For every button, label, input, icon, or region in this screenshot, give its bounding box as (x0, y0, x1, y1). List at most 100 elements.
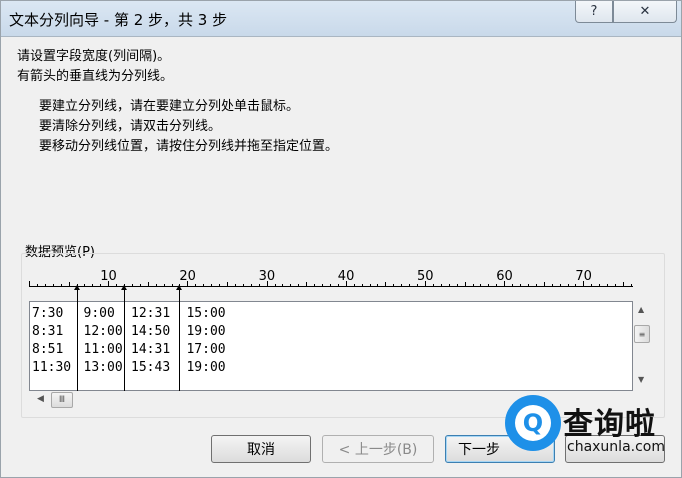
instruction-move-break: 要移动分列线位置，请按住分列线并拖至指定位置。 (39, 139, 339, 154)
ruler-tick (306, 282, 308, 287)
ruler-tick (155, 284, 157, 287)
ruler-tick (100, 284, 102, 287)
ruler-tick (527, 284, 529, 287)
ruler-tick (448, 284, 450, 287)
ruler-tick (290, 284, 292, 287)
ruler-tick (361, 284, 363, 287)
help-icon: ? (590, 4, 598, 19)
table-cell: 19:00 (186, 324, 226, 339)
scroll-down-icon[interactable]: ▼ (638, 375, 644, 384)
table-cell: 11:30 (32, 360, 72, 375)
ruler-tick (195, 284, 197, 287)
ruler-tick (258, 284, 260, 287)
ruler-tick (409, 284, 411, 287)
ruler-tick (139, 284, 141, 287)
instruction-set-width: 请设置字段宽度(列间隔)。 (17, 49, 171, 64)
ruler-tick (385, 282, 387, 287)
ruler-tick (591, 284, 593, 287)
ruler-tick (92, 284, 94, 287)
watermark-logo-letter: Q (515, 405, 551, 441)
ruler-tick (559, 284, 561, 287)
table-cell: 17:00 (186, 342, 226, 357)
ruler-label: 10 (100, 269, 117, 284)
table-cell: 12:31 (131, 306, 171, 321)
ruler-tick (440, 284, 442, 287)
scroll-left-icon[interactable]: ◀ (37, 394, 44, 404)
ruler-tick (535, 284, 537, 287)
column-break-line[interactable] (179, 289, 181, 391)
table-cell: 9:00 (83, 306, 115, 321)
close-button[interactable]: ✕ (613, 1, 677, 23)
ruler-tick (543, 282, 545, 287)
ruler-tick (401, 284, 403, 287)
dialog-title: 文本分列向导 - 第 2 步，共 3 步 (9, 11, 228, 29)
data-preview-area[interactable]: 7:30 9:00 12:31 15:00 8:31 12:00 14:50 19:00 8:5… (29, 301, 633, 391)
ruler-tick (607, 284, 609, 287)
ruler-tick (242, 284, 244, 287)
ruler-tick (520, 284, 522, 287)
ruler-tick (322, 284, 324, 287)
ruler-tick (393, 284, 395, 287)
table-cell: 8:31 (32, 324, 64, 339)
help-button[interactable]: ? (575, 1, 613, 23)
vertical-scrollbar[interactable]: ▲ ≡ ▼ (633, 301, 651, 391)
ruler-tick (432, 284, 434, 287)
ruler-tick (575, 284, 577, 287)
ruler-label: 20 (179, 269, 196, 284)
column-break-arrow-icon (176, 285, 183, 290)
ruler-tick (29, 281, 30, 287)
ruler-tick (52, 284, 54, 287)
ruler-tick (353, 284, 355, 287)
table-cell: 8:51 (32, 342, 64, 357)
ruler-tick (480, 284, 482, 287)
ruler-tick (512, 284, 514, 287)
ruler-tick (131, 284, 133, 287)
ruler-tick (472, 284, 474, 287)
ruler-tick (615, 284, 617, 287)
back-button[interactable]: < 上一步(B) (322, 435, 434, 463)
title-bar[interactable]: 文本分列向导 - 第 2 步，共 3 步 ? ✕ (1, 1, 681, 37)
ruler-tick (250, 284, 252, 287)
ruler-tick (219, 284, 221, 287)
ruler-tick (369, 284, 371, 287)
table-cell: 19:00 (186, 360, 226, 375)
ruler-tick (464, 282, 466, 287)
ruler-tick (329, 284, 331, 287)
ruler-tick (488, 284, 490, 287)
ruler-tick (116, 284, 118, 287)
ruler-tick (203, 284, 205, 287)
ruler-label: 60 (496, 269, 513, 284)
column-ruler[interactable]: 10 20 30 40 50 60 70 (29, 267, 633, 291)
ruler-label: 30 (258, 269, 276, 284)
ruler-tick (623, 282, 624, 287)
watermark-brand: 查询啦 (563, 407, 656, 442)
ruler-tick (84, 284, 86, 287)
ruler-tick (599, 284, 601, 287)
vertical-scroll-thumb[interactable]: ≡ (634, 325, 650, 343)
ruler-baseline (29, 286, 633, 287)
scroll-up-icon[interactable]: ▲ (638, 305, 644, 314)
ruler-tick (337, 284, 339, 287)
ruler-tick (68, 282, 70, 287)
ruler-tick (36, 284, 38, 287)
horizontal-scroll-thumb[interactable]: Ⅲ (51, 392, 73, 408)
instruction-arrow-lines: 有箭头的垂直线为分列线。 (17, 69, 174, 84)
ruler-tick (282, 284, 284, 287)
ruler-tick (234, 284, 236, 287)
ruler-label: 70 (575, 269, 592, 284)
ruler-tick (630, 284, 632, 287)
ruler-tick (417, 284, 419, 287)
column-break-line[interactable] (124, 289, 126, 391)
cancel-button[interactable]: 取消 (211, 435, 311, 463)
ruler-tick (314, 284, 316, 287)
ruler-tick (567, 284, 569, 287)
watermark-logo-icon: Q (505, 395, 561, 451)
watermark-url: chaxunla.com (567, 439, 665, 455)
ruler-tick (44, 284, 46, 287)
text-to-columns-dialog: 文本分列向导 - 第 2 步，共 3 步 ? ✕ 请设置字段宽度(列间隔)。 有… (0, 0, 682, 478)
column-break-line[interactable] (76, 289, 78, 391)
ruler-tick (163, 284, 165, 287)
column-break-arrow-icon (121, 285, 128, 290)
close-icon: ✕ (639, 4, 651, 19)
table-cell: 7:30 (32, 306, 64, 321)
